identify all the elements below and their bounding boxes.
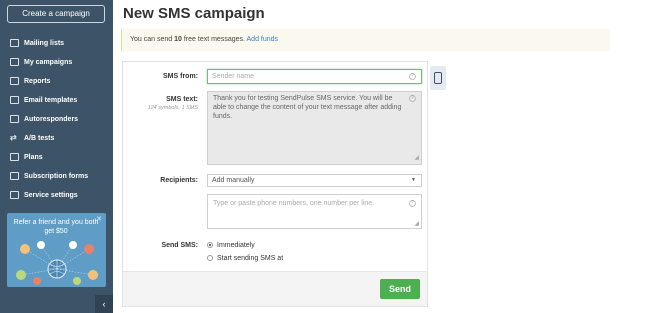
sidebar-item-mailing-lists[interactable]: Mailing lists: [0, 34, 113, 53]
sidebar-item-subscription-forms[interactable]: Subscription forms: [0, 167, 113, 186]
phone-preview-button[interactable]: [430, 66, 446, 90]
sender-name-input[interactable]: Sender name ?: [207, 69, 422, 84]
recipients-select[interactable]: Add manually ▼: [207, 174, 422, 187]
promo-text: Refer a friend and you both get $50: [13, 219, 99, 235]
sidebar-item-email-templates[interactable]: Email templates: [0, 91, 113, 110]
recipients-label: Recipients:: [160, 177, 198, 184]
help-icon[interactable]: ?: [409, 73, 416, 80]
ab-test-icon: ⇄: [10, 133, 17, 142]
page-title: New SMS campaign: [123, 5, 265, 22]
add-funds-link[interactable]: Add funds: [247, 36, 279, 43]
sms-text-label: SMS text:: [166, 96, 198, 103]
resize-handle-icon[interactable]: ◢: [414, 220, 419, 227]
sms-campaign-form: SMS from: Sender name ? SMS text: 124 sy…: [122, 61, 428, 307]
plans-icon: [10, 153, 19, 161]
sidebar-item-service-settings[interactable]: Service settings: [0, 186, 113, 205]
help-icon[interactable]: ?: [409, 95, 416, 102]
sidebar-item-label: Mailing lists: [24, 40, 65, 47]
sidebar-item-label: My campaigns: [24, 59, 73, 66]
sidebar-item-reports[interactable]: Reports: [0, 72, 113, 91]
autoresponder-icon: [10, 115, 19, 123]
resize-handle-icon[interactable]: ◢: [414, 154, 419, 163]
radio-schedule[interactable]: Start sending SMS at: [207, 255, 283, 262]
radio-immediately-label: Immediately: [217, 242, 255, 249]
sms-text-value: Thank you for testing SendPulse SMS serv…: [213, 95, 402, 120]
sidebar: Create a campaign Mailing lists My campa…: [0, 0, 113, 313]
phone-numbers-textarea[interactable]: Type or paste phone numbers, one number …: [207, 194, 422, 229]
dropdown-caret-icon: ▼: [411, 177, 416, 183]
radio-button[interactable]: [207, 255, 213, 261]
sidebar-item-label: Reports: [24, 78, 51, 85]
sms-text-textarea[interactable]: Thank you for testing SendPulse SMS serv…: [207, 91, 422, 165]
collapse-sidebar-button[interactable]: ‹: [95, 295, 113, 313]
people-network-illustration: [16, 241, 98, 285]
sidebar-item-plans[interactable]: Plans: [0, 148, 113, 167]
sms-from-label: SMS from:: [163, 73, 198, 80]
radio-schedule-label: Start sending SMS at: [217, 255, 284, 262]
settings-icon: [10, 191, 19, 199]
funds-notice: You can send 10 free text messages. Add …: [121, 29, 610, 51]
chart-icon: [10, 77, 19, 85]
send-sms-label: Send SMS:: [161, 242, 198, 249]
notice-suffix: free text messages.: [181, 36, 247, 43]
sidebar-item-label: Subscription forms: [24, 173, 89, 180]
mobile-phone-icon: [434, 72, 442, 84]
sidebar-nav: Mailing lists My campaigns Reports Email…: [0, 34, 113, 205]
sender-name-placeholder: Sender name: [212, 73, 255, 80]
sms-text-counter: 124 symbols, 1 SMS: [147, 105, 198, 111]
referral-promo[interactable]: ✕ Refer a friend and you both get $50: [7, 213, 106, 287]
sidebar-item-my-campaigns[interactable]: My campaigns: [0, 53, 113, 72]
sidebar-item-label: Plans: [24, 154, 43, 161]
create-campaign-button[interactable]: Create a campaign: [7, 5, 105, 23]
sidebar-item-label: Autoresponders: [24, 116, 79, 123]
sidebar-item-label: A/B tests: [24, 135, 55, 142]
form-icon: [10, 172, 19, 180]
radio-immediately[interactable]: Immediately: [207, 242, 255, 249]
list-icon: [10, 39, 19, 47]
template-icon: [10, 96, 19, 104]
sidebar-item-label: Email templates: [24, 97, 78, 104]
send-button[interactable]: Send: [380, 279, 420, 299]
radio-button-checked[interactable]: [207, 242, 213, 248]
sidebar-item-ab-tests[interactable]: ⇄ A/B tests: [0, 129, 113, 148]
sidebar-item-autoresponders[interactable]: Autoresponders: [0, 110, 113, 129]
free-sms-count: 10: [174, 36, 182, 43]
envelope-icon: [10, 58, 19, 66]
recipients-selected-value: Add manually: [212, 177, 255, 184]
help-icon[interactable]: ?: [409, 200, 416, 207]
phone-numbers-placeholder: Type or paste phone numbers, one number …: [213, 200, 375, 207]
sidebar-item-label: Service settings: [24, 192, 78, 199]
notice-prefix: You can send: [130, 36, 175, 43]
